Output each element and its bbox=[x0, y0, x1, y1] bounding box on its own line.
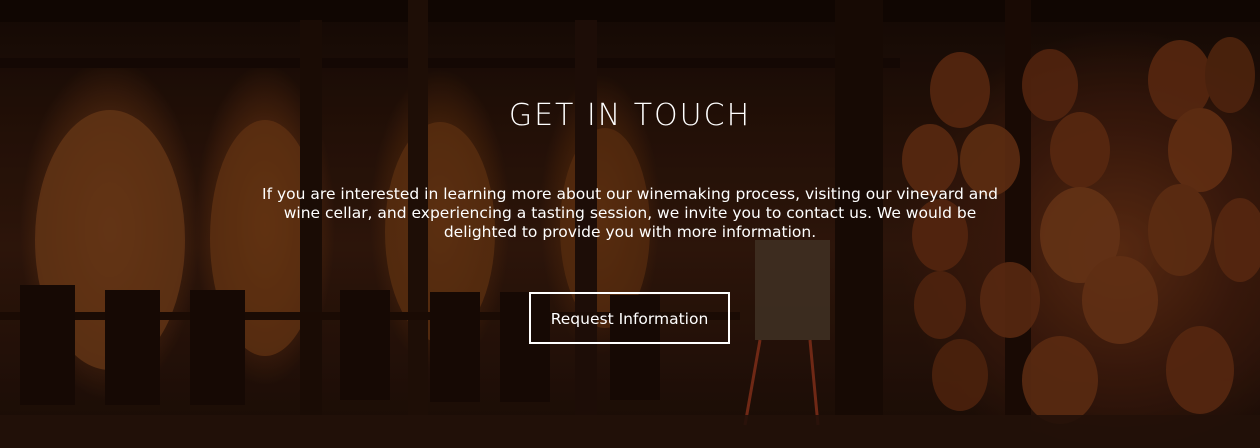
section-description: If you are interested in learning more a… bbox=[262, 185, 998, 241]
contact-content: GET IN TOUCH If you are interested in le… bbox=[0, 0, 1260, 448]
contact-hero-section: GET IN TOUCH If you are interested in le… bbox=[0, 0, 1260, 448]
request-information-button[interactable]: Request Information bbox=[529, 292, 730, 344]
section-title: GET IN TOUCH bbox=[508, 98, 752, 133]
